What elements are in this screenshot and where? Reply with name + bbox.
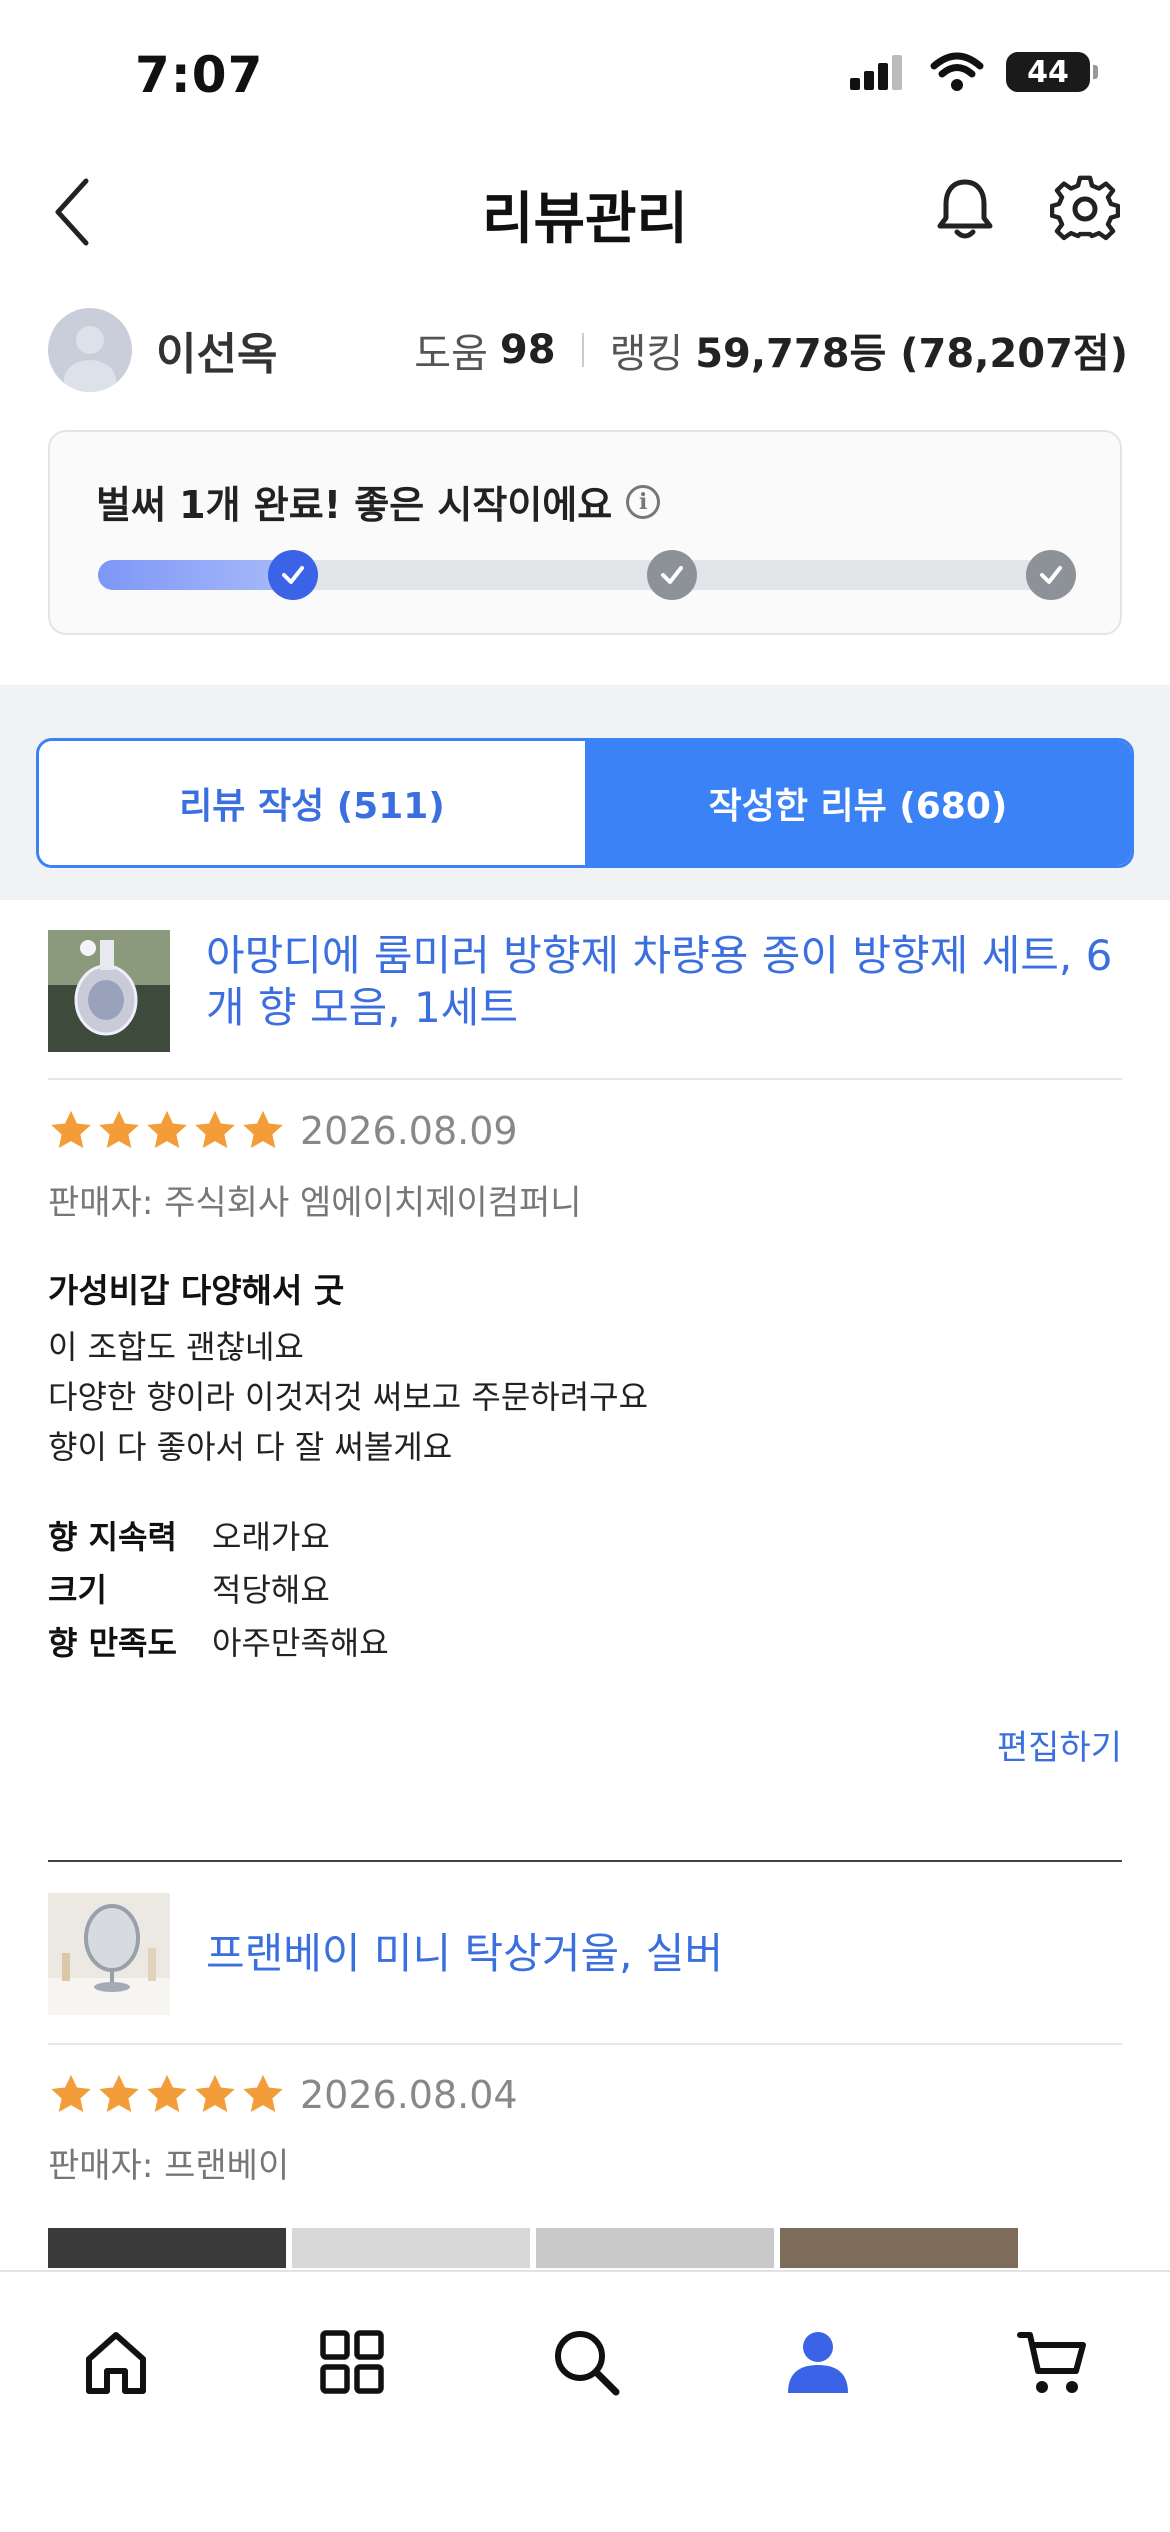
app-header: 리뷰관리 bbox=[0, 150, 1170, 270]
nav-search[interactable] bbox=[536, 2312, 636, 2412]
star-icon bbox=[147, 2074, 187, 2113]
grid-icon bbox=[320, 2330, 384, 2394]
attribute-row: 크기 적당해요 bbox=[48, 1561, 389, 1614]
review-attributes: 향 지속력 오래가요 크기 적당해요 향 만족도 아주만족해요 bbox=[48, 1508, 389, 1667]
gear-icon bbox=[1049, 175, 1121, 241]
review-1-rating-row: 2026.08.09 bbox=[48, 1108, 518, 1154]
review-date: 2026.08.09 bbox=[300, 1109, 518, 1153]
product-title[interactable]: 아망디에 룸미러 방향제 차량용 종이 방향제 세트, 6개 향 모음, 1세트 bbox=[206, 930, 1122, 1052]
review-photo[interactable] bbox=[292, 2228, 530, 2268]
profile-summary: 이선옥 도움 98 랭킹 59,778등 (78,207점) bbox=[48, 305, 1128, 395]
nav-cart[interactable] bbox=[1002, 2312, 1102, 2412]
star-icon bbox=[195, 1110, 235, 1149]
product-title[interactable]: 프랜베이 미니 탁상거울, 실버 bbox=[206, 1928, 723, 1980]
product-thumbnail[interactable] bbox=[48, 1893, 170, 2015]
nav-categories[interactable] bbox=[302, 2312, 402, 2412]
divider bbox=[48, 2043, 1122, 2045]
avatar[interactable] bbox=[48, 308, 132, 392]
home-icon bbox=[86, 2332, 146, 2394]
star-icon bbox=[99, 2074, 139, 2113]
review-photo[interactable] bbox=[48, 2228, 286, 2268]
review-photos bbox=[48, 2228, 1018, 2268]
cellular-signal-icon bbox=[850, 55, 902, 90]
attribute-row: 향 지속력 오래가요 bbox=[48, 1508, 389, 1561]
progress-message-row: 벌써 1개 완료! 좋은 시작이에요 i bbox=[96, 474, 661, 529]
check-icon bbox=[1040, 566, 1062, 584]
attribute-value: 아주만족해요 bbox=[212, 1623, 389, 1662]
tab-written-reviews[interactable]: 작성한 리뷰 (680) bbox=[585, 741, 1131, 865]
review-body: 이 조합도 괜찮네요 다양한 향이라 이것저것 써보고 주문하려구요 향이 다 … bbox=[48, 1322, 648, 1472]
star-icon bbox=[51, 1110, 91, 1149]
attribute-row: 향 만족도 아주만족해요 bbox=[48, 1614, 389, 1667]
star-icon bbox=[243, 2074, 283, 2113]
star-rating bbox=[48, 2072, 286, 2118]
star-icon bbox=[195, 2074, 235, 2113]
seller-name: 판매자: 프랜베이 bbox=[48, 2146, 290, 2186]
attribute-value: 적당해요 bbox=[212, 1570, 330, 1609]
review-date: 2026.08.04 bbox=[300, 2073, 518, 2117]
battery-level: 44 bbox=[1027, 54, 1069, 90]
nav-my[interactable] bbox=[768, 2312, 868, 2412]
review-headline: 가성비갑 다양해서 굿 bbox=[48, 1271, 345, 1310]
progress-card: 벌써 1개 완료! 좋은 시작이에요 i bbox=[48, 430, 1122, 635]
progress-track bbox=[98, 550, 1076, 600]
cart-icon bbox=[1017, 2332, 1086, 2393]
edit-review-button[interactable]: 편집하기 bbox=[997, 1720, 1122, 1769]
review-1-product[interactable]: 아망디에 룸미러 방향제 차량용 종이 방향제 세트, 6개 향 모음, 1세트 bbox=[48, 930, 1122, 1052]
stats-divider bbox=[581, 333, 584, 367]
progress-step-2 bbox=[647, 550, 697, 600]
review-body-line: 다양한 향이라 이것저것 써보고 주문하려구요 bbox=[48, 1378, 649, 1416]
progress-step-1 bbox=[268, 550, 318, 600]
wifi-icon bbox=[930, 52, 984, 91]
bottom-navigation bbox=[0, 2270, 1170, 2532]
search-icon bbox=[555, 2331, 620, 2396]
progress-fill bbox=[98, 560, 293, 590]
review-body-line: 이 조합도 괜찮네요 bbox=[48, 1328, 304, 1366]
nav-home[interactable] bbox=[66, 2312, 166, 2412]
ranking-value: 59,778등 (78,207점) bbox=[695, 331, 1128, 377]
attribute-key: 향 만족도 bbox=[48, 1623, 177, 1662]
info-icon[interactable]: i bbox=[626, 484, 661, 519]
notifications-button[interactable] bbox=[930, 174, 1000, 244]
review-separator bbox=[48, 1860, 1122, 1862]
review-2-rating-row: 2026.08.04 bbox=[48, 2072, 518, 2118]
seller-name: 판매자: 주식회사 엠에이치제이컴퍼니 bbox=[48, 1183, 582, 1223]
star-icon bbox=[243, 1110, 283, 1149]
bell-icon bbox=[937, 179, 993, 239]
review-photo[interactable] bbox=[780, 2228, 1018, 2268]
review-tabs: 리뷰 작성 (511) 작성한 리뷰 (680) bbox=[36, 738, 1134, 868]
status-time: 7:07 bbox=[135, 46, 264, 104]
review-2-product[interactable]: 프랜베이 미니 탁상거울, 실버 bbox=[48, 1893, 1122, 2015]
status-bar: 7:07 44 bbox=[0, 0, 1170, 150]
review-body-line: 향이 다 좋아서 다 잘 써볼게요 bbox=[48, 1428, 453, 1466]
attribute-key: 향 지속력 bbox=[48, 1517, 177, 1556]
status-icons: 44 bbox=[848, 52, 1098, 92]
tab-write-review[interactable]: 리뷰 작성 (511) bbox=[39, 741, 585, 865]
attribute-value: 오래가요 bbox=[212, 1517, 330, 1556]
profile-stats: 도움 98 랭킹 59,778등 (78,207점) bbox=[414, 321, 1128, 379]
help-value: 98 bbox=[499, 327, 556, 373]
progress-step-3 bbox=[1026, 550, 1076, 600]
help-label: 도움 bbox=[414, 331, 488, 377]
attribute-key: 크기 bbox=[48, 1570, 107, 1609]
star-rating bbox=[48, 1108, 286, 1154]
user-name: 이선옥 bbox=[156, 329, 278, 380]
divider bbox=[48, 1078, 1122, 1080]
battery-icon: 44 bbox=[1006, 52, 1098, 92]
check-icon bbox=[282, 566, 304, 584]
settings-button[interactable] bbox=[1049, 174, 1121, 244]
star-icon bbox=[51, 2074, 91, 2113]
ranking-label: 랭킹 bbox=[609, 331, 684, 377]
check-icon bbox=[661, 566, 683, 584]
product-thumbnail[interactable] bbox=[48, 930, 170, 1052]
review-photo[interactable] bbox=[536, 2228, 774, 2268]
progress-message: 벌써 1개 완료! 좋은 시작이에요 bbox=[96, 483, 613, 527]
star-icon bbox=[99, 1110, 139, 1149]
person-icon bbox=[788, 2332, 848, 2393]
star-icon bbox=[147, 1110, 187, 1149]
